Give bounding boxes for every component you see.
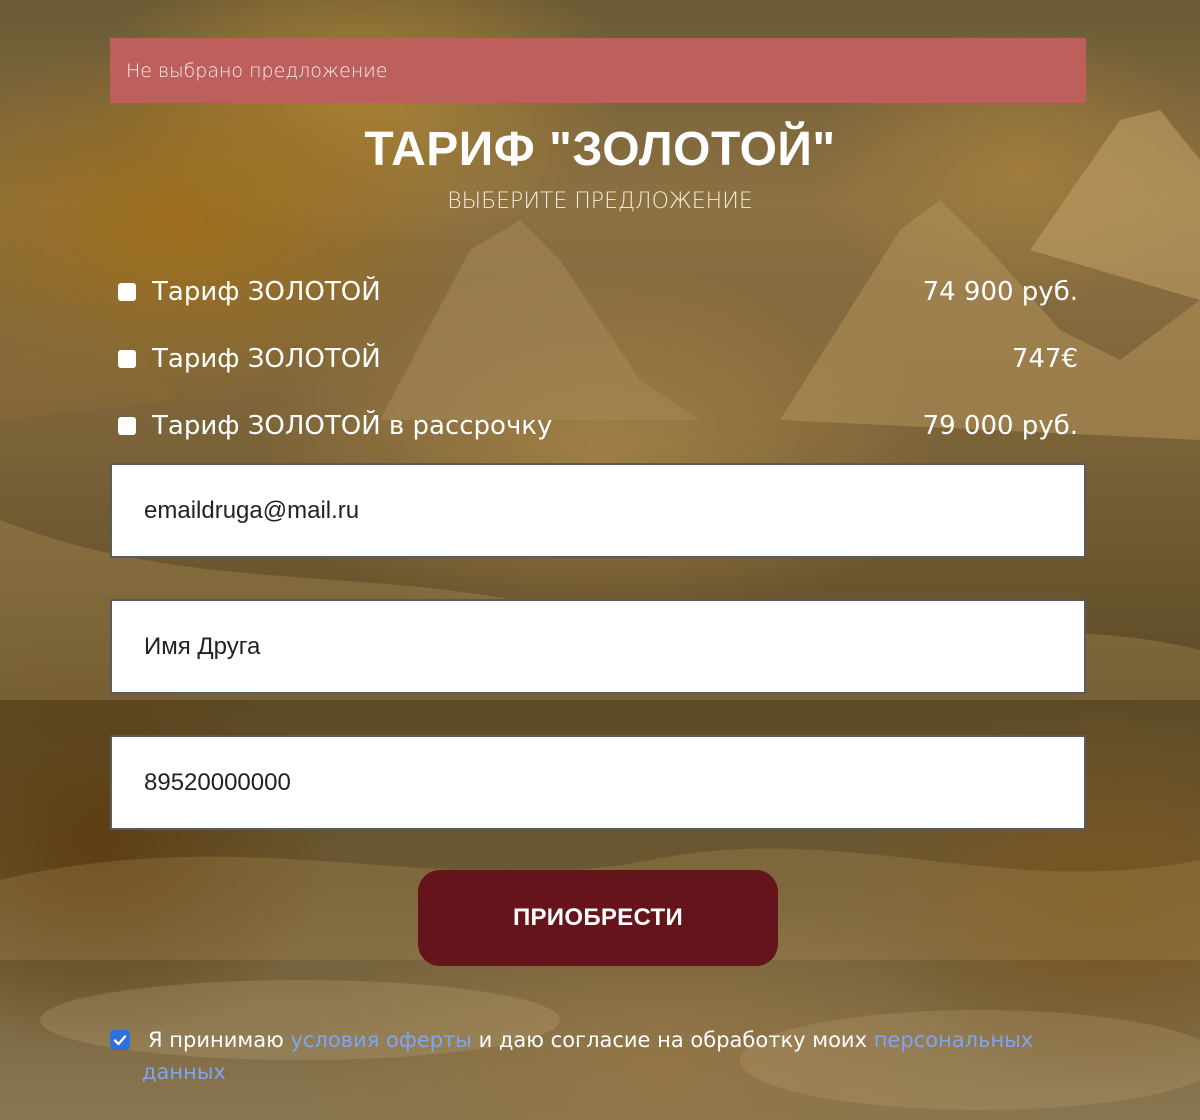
consent-checkbox[interactable] [110, 1030, 130, 1050]
page-title: ТАРИФ "ЗОЛОТОЙ" [364, 123, 836, 176]
checkmark-icon [113, 1035, 127, 1046]
offer-terms-link[interactable]: условия оферты [290, 1028, 471, 1052]
offer-2-checkbox[interactable] [118, 350, 136, 368]
offer-3-price: 79 000 руб. [922, 411, 1078, 441]
page-subtitle: ВЫБЕРИТЕ ПРЕДЛОЖЕНИЕ [447, 189, 753, 214]
alert-text: Не выбрано предложение [126, 59, 388, 82]
consent-text-before: Я принимаю [148, 1028, 284, 1052]
consent-text-middle: и даю согласие на обработку моих [478, 1028, 868, 1052]
phone-field-value: 89520000000 [144, 768, 291, 796]
offer-1-checkbox[interactable] [118, 283, 136, 301]
phone-field[interactable]: 89520000000 [110, 735, 1086, 830]
name-field[interactable]: Имя Друга [110, 599, 1086, 694]
offer-2-name: Тариф ЗОЛОТОЙ [152, 344, 381, 374]
purchase-button[interactable]: ПРИОБРЕСТИ [418, 870, 778, 966]
offer-2-price: 747€ [1011, 344, 1078, 374]
consent-text: Я принимаю условия оферты и даю согласие… [142, 1024, 1042, 1088]
offer-1-name: Тариф ЗОЛОТОЙ [152, 277, 381, 307]
offer-option-1[interactable]: Тариф ЗОЛОТОЙ 74 900 руб. [118, 272, 1078, 312]
offer-1-price: 74 900 руб. [922, 277, 1078, 307]
offer-3-checkbox[interactable] [118, 417, 136, 435]
offer-option-2[interactable]: Тариф ЗОЛОТОЙ 747€ [118, 339, 1078, 379]
name-field-value: Имя Друга [144, 632, 261, 660]
email-field-value: emaildruga@mail.ru [144, 496, 360, 524]
no-offer-selected-alert: Не выбрано предложение [110, 38, 1086, 103]
email-field[interactable]: emaildruga@mail.ru [110, 463, 1086, 558]
offer-option-3[interactable]: Тариф ЗОЛОТОЙ в рассрочку 79 000 руб. [118, 406, 1078, 446]
offer-3-name: Тариф ЗОЛОТОЙ в рассрочку [152, 411, 553, 441]
